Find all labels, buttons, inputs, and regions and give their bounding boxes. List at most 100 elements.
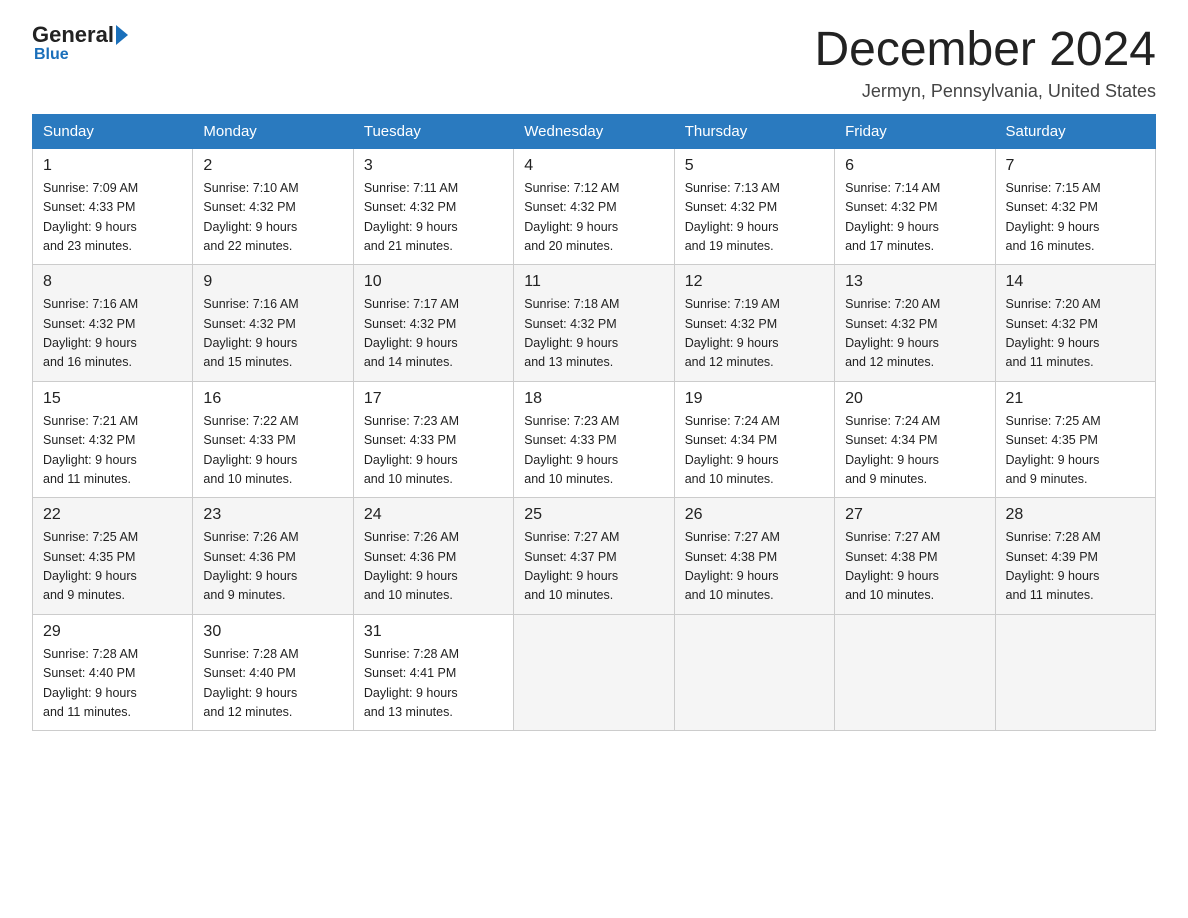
day-info: Sunrise: 7:27 AMSunset: 4:38 PMDaylight:… [845,528,984,606]
day-cell: 10Sunrise: 7:17 AMSunset: 4:32 PMDayligh… [353,265,513,382]
week-row-3: 15Sunrise: 7:21 AMSunset: 4:32 PMDayligh… [33,381,1156,498]
day-info: Sunrise: 7:13 AMSunset: 4:32 PMDaylight:… [685,179,824,257]
day-cell: 4 Sunrise: 7:12 AMSunset: 4:32 PMDaylight… [514,148,674,265]
day-info: Sunrise: 7:15 AMSunset: 4:32 PMDaylight:… [1006,179,1145,257]
day-number: 6 [845,157,984,175]
day-cell: 11Sunrise: 7:18 AMSunset: 4:32 PMDayligh… [514,265,674,382]
day-cell: 1 Sunrise: 7:09 AMSunset: 4:33 PMDaylight… [33,148,193,265]
day-number: 24 [364,506,503,524]
day-cell: 28Sunrise: 7:28 AMSunset: 4:39 PMDayligh… [995,498,1155,615]
day-cell: 18 Sunrise: 7:23 AMSunset: 4:33 PMDayligh… [514,381,674,498]
day-number: 5 [685,157,824,175]
logo-blue-text: Blue [34,46,69,63]
day-cell: 23 Sunrise: 7:26 AMSunset: 4:36 PMDayligh… [193,498,353,615]
day-info: Sunrise: 7:16 AMSunset: 4:32 PMDaylight:… [203,295,342,373]
day-cell: 13Sunrise: 7:20 AMSunset: 4:32 PMDayligh… [835,265,995,382]
calendar-body: 1 Sunrise: 7:09 AMSunset: 4:33 PMDaylight… [33,148,1156,731]
day-info: Sunrise: 7:20 AMSunset: 4:32 PMDaylight:… [1006,295,1145,373]
day-info: Sunrise: 7:16 AMSunset: 4:32 PMDaylight:… [43,295,182,373]
day-info: Sunrise: 7:09 AMSunset: 4:33 PMDaylight:… [43,179,182,257]
day-info: Sunrise: 7:26 AMSunset: 4:36 PMDaylight:… [203,528,342,606]
day-cell [835,614,995,731]
header-friday: Friday [835,114,995,148]
day-info: Sunrise: 7:10 AMSunset: 4:32 PMDaylight:… [203,179,342,257]
day-info: Sunrise: 7:19 AMSunset: 4:32 PMDaylight:… [685,295,824,373]
day-cell: 15Sunrise: 7:21 AMSunset: 4:32 PMDayligh… [33,381,193,498]
logo-arrow-icon [116,25,128,45]
day-cell: 14 Sunrise: 7:20 AMSunset: 4:32 PMDayligh… [995,265,1155,382]
day-cell: 20Sunrise: 7:24 AMSunset: 4:34 PMDayligh… [835,381,995,498]
header-monday: Monday [193,114,353,148]
day-number: 16 [203,390,342,408]
day-cell: 2 Sunrise: 7:10 AMSunset: 4:32 PMDaylight… [193,148,353,265]
header-row: SundayMondayTuesdayWednesdayThursdayFrid… [33,114,1156,148]
day-info: Sunrise: 7:17 AMSunset: 4:32 PMDaylight:… [364,295,503,373]
day-cell: 16 Sunrise: 7:22 AMSunset: 4:33 PMDayligh… [193,381,353,498]
day-cell [995,614,1155,731]
day-number: 26 [685,506,824,524]
title-area: December 2024 Jermyn, Pennsylvania, Unit… [814,24,1156,102]
day-number: 19 [685,390,824,408]
day-number: 9 [203,273,342,291]
day-number: 28 [1006,506,1145,524]
header-tuesday: Tuesday [353,114,513,148]
day-info: Sunrise: 7:24 AMSunset: 4:34 PMDaylight:… [845,412,984,490]
day-cell: 26 Sunrise: 7:27 AMSunset: 4:38 PMDayligh… [674,498,834,615]
day-cell: 5 Sunrise: 7:13 AMSunset: 4:32 PMDaylight… [674,148,834,265]
day-info: Sunrise: 7:27 AMSunset: 4:38 PMDaylight:… [685,528,824,606]
day-number: 4 [524,157,663,175]
week-row-5: 29Sunrise: 7:28 AMSunset: 4:40 PMDayligh… [33,614,1156,731]
day-number: 25 [524,506,663,524]
week-row-1: 1 Sunrise: 7:09 AMSunset: 4:33 PMDaylight… [33,148,1156,265]
day-cell: 24 Sunrise: 7:26 AMSunset: 4:36 PMDayligh… [353,498,513,615]
day-cell [674,614,834,731]
day-number: 30 [203,623,342,641]
day-info: Sunrise: 7:22 AMSunset: 4:33 PMDaylight:… [203,412,342,490]
day-info: Sunrise: 7:28 AMSunset: 4:40 PMDaylight:… [43,645,182,723]
day-number: 15 [43,390,182,408]
header-thursday: Thursday [674,114,834,148]
day-number: 21 [1006,390,1145,408]
week-row-4: 22Sunrise: 7:25 AMSunset: 4:35 PMDayligh… [33,498,1156,615]
day-cell [514,614,674,731]
calendar-header: SundayMondayTuesdayWednesdayThursdayFrid… [33,114,1156,148]
day-cell: 30Sunrise: 7:28 AMSunset: 4:40 PMDayligh… [193,614,353,731]
logo: General Blue [32,24,130,64]
day-number: 23 [203,506,342,524]
day-info: Sunrise: 7:28 AMSunset: 4:41 PMDaylight:… [364,645,503,723]
day-number: 8 [43,273,182,291]
day-cell: 27Sunrise: 7:27 AMSunset: 4:38 PMDayligh… [835,498,995,615]
day-cell: 6 Sunrise: 7:14 AMSunset: 4:32 PMDaylight… [835,148,995,265]
day-info: Sunrise: 7:11 AMSunset: 4:32 PMDaylight:… [364,179,503,257]
day-cell: 22Sunrise: 7:25 AMSunset: 4:35 PMDayligh… [33,498,193,615]
day-info: Sunrise: 7:23 AMSunset: 4:33 PMDaylight:… [524,412,663,490]
day-number: 18 [524,390,663,408]
day-cell: 29Sunrise: 7:28 AMSunset: 4:40 PMDayligh… [33,614,193,731]
day-number: 14 [1006,273,1145,291]
day-number: 22 [43,506,182,524]
day-cell: 31Sunrise: 7:28 AMSunset: 4:41 PMDayligh… [353,614,513,731]
day-info: Sunrise: 7:20 AMSunset: 4:32 PMDaylight:… [845,295,984,373]
day-cell: 25Sunrise: 7:27 AMSunset: 4:37 PMDayligh… [514,498,674,615]
day-info: Sunrise: 7:24 AMSunset: 4:34 PMDaylight:… [685,412,824,490]
header-wednesday: Wednesday [514,114,674,148]
day-cell: 21 Sunrise: 7:25 AMSunset: 4:35 PMDayligh… [995,381,1155,498]
day-number: 17 [364,390,503,408]
day-info: Sunrise: 7:26 AMSunset: 4:36 PMDaylight:… [364,528,503,606]
day-number: 3 [364,157,503,175]
day-info: Sunrise: 7:12 AMSunset: 4:32 PMDaylight:… [524,179,663,257]
month-title: December 2024 [814,24,1156,77]
day-cell: 12 Sunrise: 7:19 AMSunset: 4:32 PMDayligh… [674,265,834,382]
week-row-2: 8 Sunrise: 7:16 AMSunset: 4:32 PMDaylight… [33,265,1156,382]
day-cell: 3 Sunrise: 7:11 AMSunset: 4:32 PMDaylight… [353,148,513,265]
day-number: 1 [43,157,182,175]
day-number: 12 [685,273,824,291]
location: Jermyn, Pennsylvania, United States [814,81,1156,102]
day-info: Sunrise: 7:25 AMSunset: 4:35 PMDaylight:… [1006,412,1145,490]
header-saturday: Saturday [995,114,1155,148]
day-info: Sunrise: 7:14 AMSunset: 4:32 PMDaylight:… [845,179,984,257]
calendar-table: SundayMondayTuesdayWednesdayThursdayFrid… [32,114,1156,732]
day-number: 2 [203,157,342,175]
day-cell: 9 Sunrise: 7:16 AMSunset: 4:32 PMDaylight… [193,265,353,382]
day-cell: 8 Sunrise: 7:16 AMSunset: 4:32 PMDaylight… [33,265,193,382]
